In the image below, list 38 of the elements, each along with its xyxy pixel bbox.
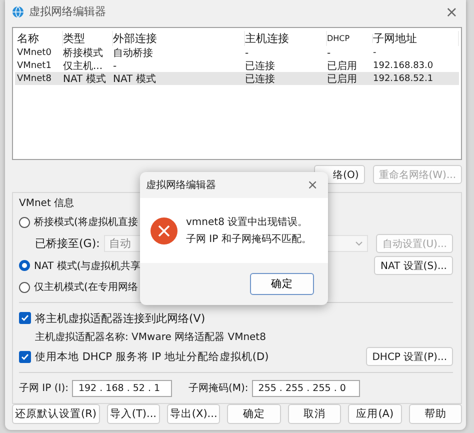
- checkbox-label: 将主机虚拟适配器连接到此网络(V): [35, 310, 206, 326]
- bridged-to-label: 已桥接至(G):: [35, 236, 100, 251]
- radio-label: 仅主机模式(在专用网络: [34, 280, 138, 294]
- subnet-ip-label: 子网 IP (I):: [19, 382, 68, 395]
- column-header: 外部连接: [113, 30, 245, 46]
- table-cell-text: 已启用: [327, 60, 358, 74]
- group-title: VMnet 信息: [19, 196, 76, 210]
- subnet-mask-label: 子网掩码(M):: [188, 382, 248, 395]
- table-cell-text: 已连接: [245, 60, 276, 74]
- table-cell-text: NAT 模式: [113, 72, 157, 86]
- table-cell-text: VMnet0: [17, 48, 52, 58]
- dialog-title: 虚拟网络编辑器: [146, 178, 216, 192]
- checkbox-label: 使用本地 DHCP 服务将 IP 地址分配给虚拟机(D): [35, 350, 269, 364]
- column-header: 主机连接: [245, 30, 327, 46]
- table-cell-text: 192.168.52.1: [373, 74, 434, 84]
- table-cell-text: -: [245, 48, 250, 59]
- table-cell-text: VMnet8: [17, 74, 52, 84]
- column-header: 子网地址: [373, 30, 459, 46]
- table-cell-text: -: [373, 48, 378, 58]
- table-cell-text: NAT 模式: [63, 72, 107, 86]
- column-header: DHCP: [327, 34, 373, 43]
- window-title: 虚拟网络编辑器: [29, 4, 107, 20]
- table-cell-text: 桥接模式: [63, 46, 104, 60]
- table-cell-text: 已连接: [245, 72, 276, 86]
- radio-label: NAT 模式(与虚拟机共享: [34, 260, 141, 272]
- column-header: 名称: [17, 30, 63, 46]
- table-cell-text: 自动桥接: [113, 46, 154, 60]
- table-cell-text: 192.168.83.0: [373, 61, 434, 72]
- error-message: 子网 IP 和子网掩码不匹配。: [186, 232, 312, 246]
- table-cell-text: 已启用: [327, 72, 358, 86]
- table-cell-text: VMnet1: [17, 61, 52, 72]
- table-cell-text: 仅主机...: [63, 60, 104, 74]
- table-cell-text: -: [113, 60, 118, 72]
- table-cell-text: -: [327, 48, 332, 59]
- column-header: 类型: [63, 30, 113, 46]
- adapter-name: 主机虚拟适配器名称: VMware 网络适配器 VMnet8: [35, 330, 266, 344]
- radio-label: 桥接模式(将虚拟机直接: [34, 216, 138, 229]
- error-message: vmnet8 设置中出现错误。: [186, 216, 309, 229]
